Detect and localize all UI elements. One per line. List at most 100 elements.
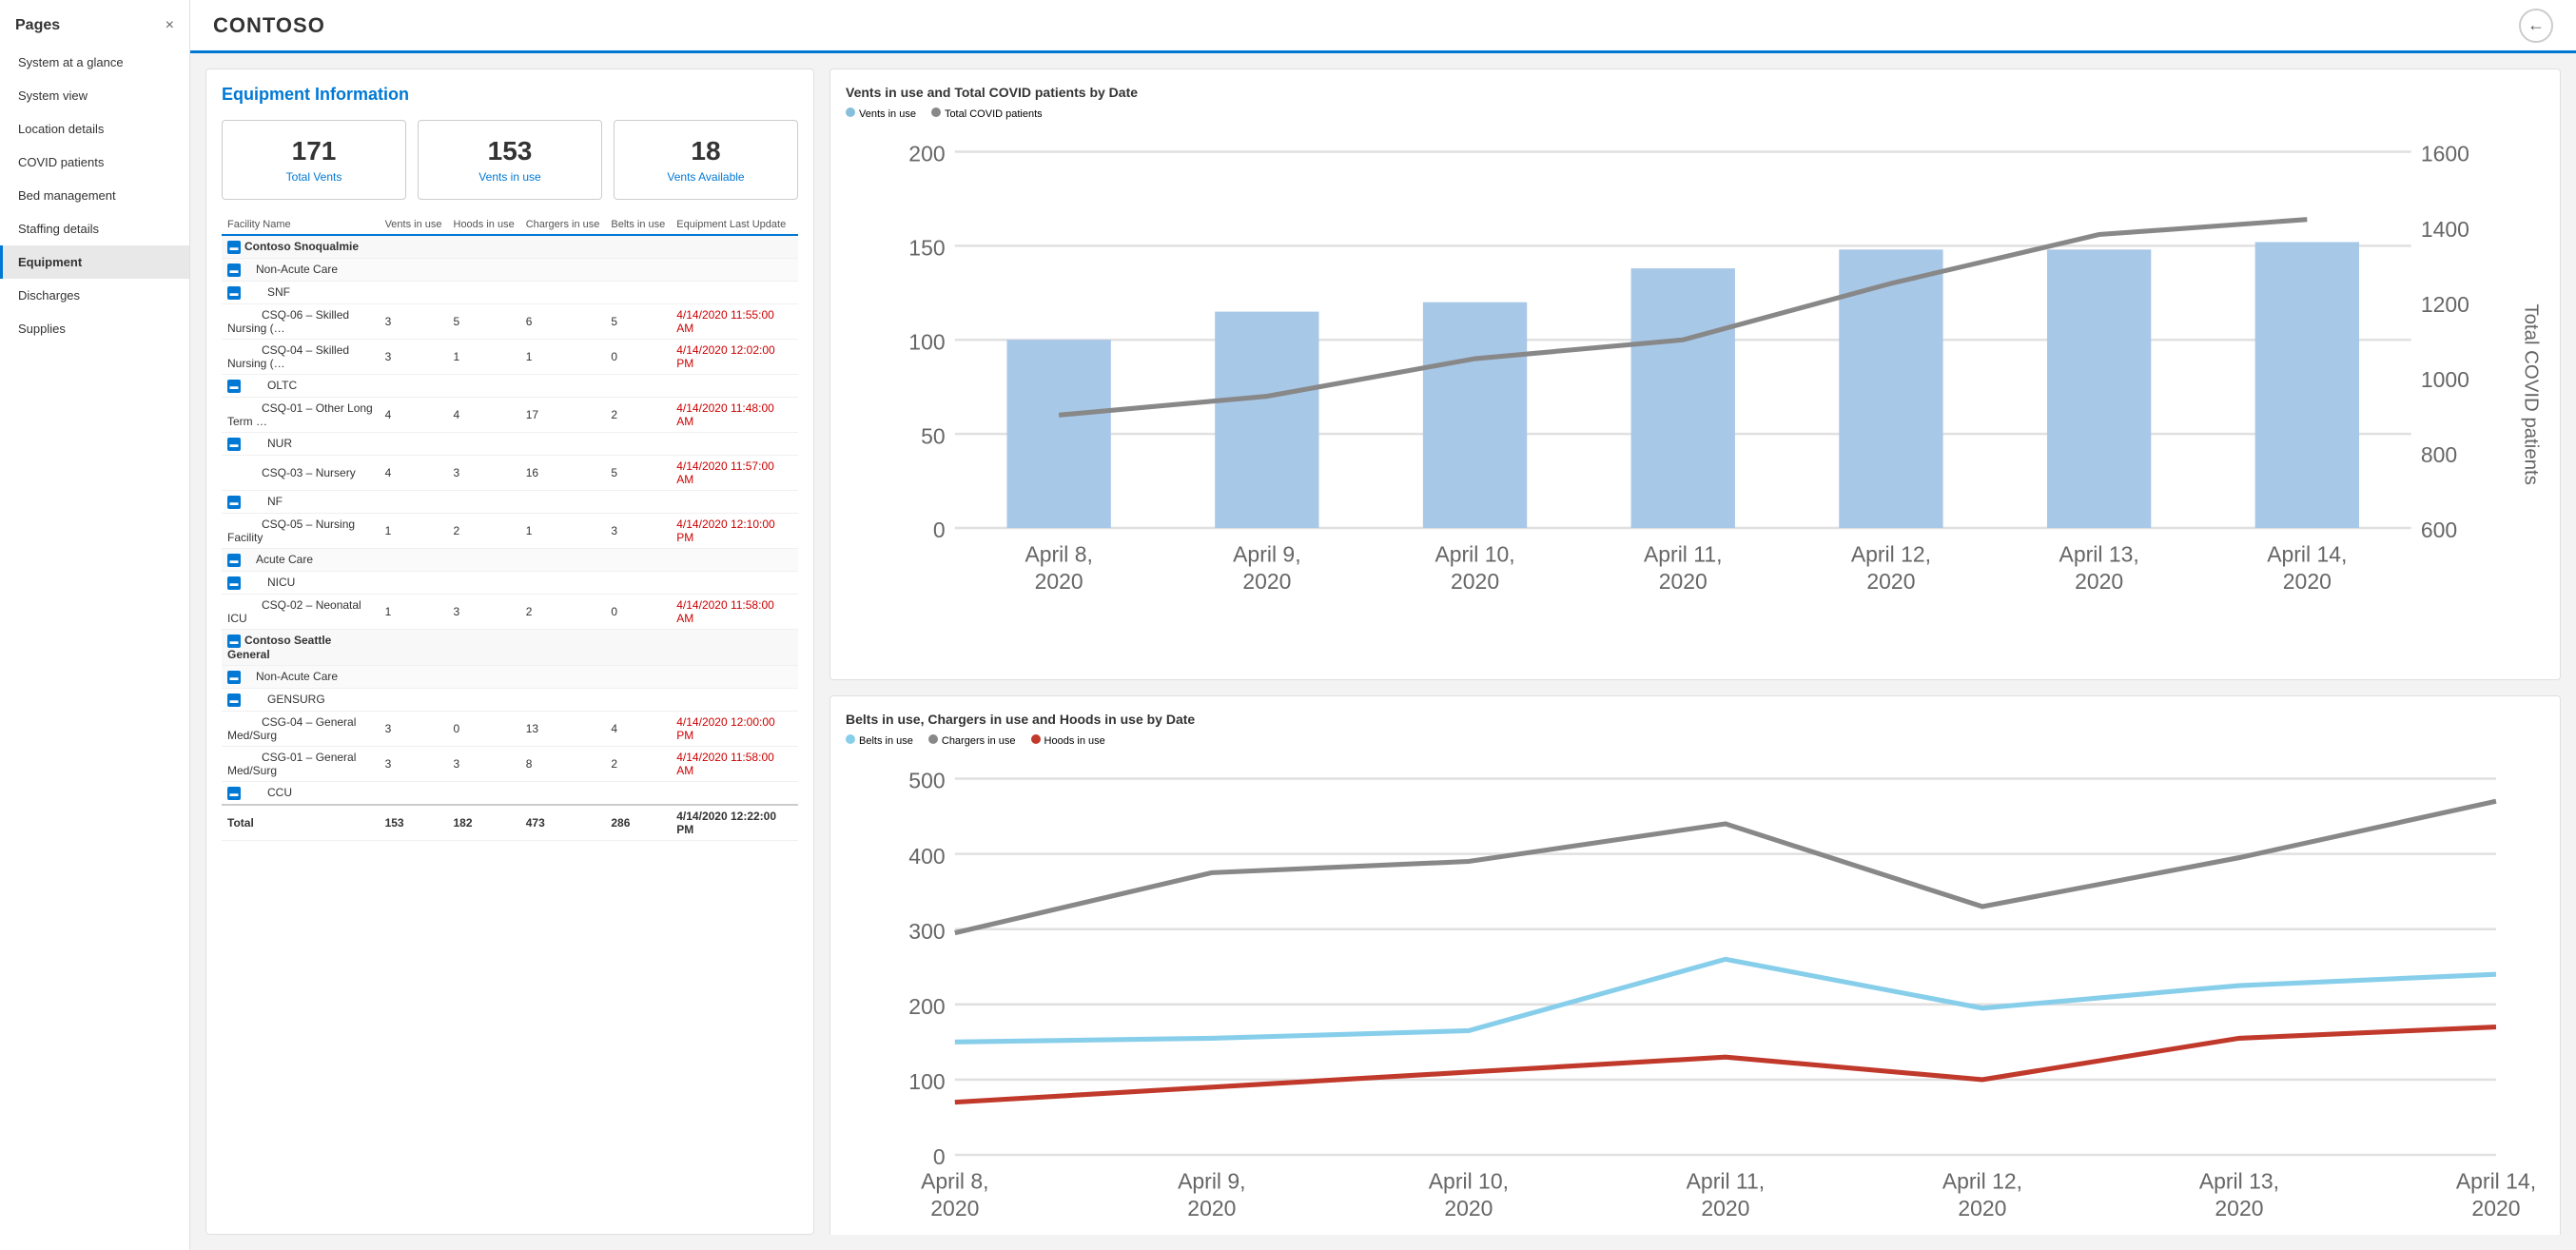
cell-hoods: 3	[448, 456, 520, 491]
cell-chargers: 6	[520, 304, 606, 340]
sidebar-title: Pages	[15, 17, 60, 34]
cell-belts: 4	[605, 712, 671, 747]
main-panel: CONTOSO ← Equipment Information 171 Tota…	[190, 0, 2576, 1250]
footer-date: 4/14/2020 12:22:00 PM	[671, 805, 798, 841]
expand-icon[interactable]: ▬	[227, 286, 241, 300]
equipment-table: Facility Name Vents in use Hoods in use …	[222, 215, 798, 841]
expand-icon[interactable]: ▬	[227, 554, 241, 567]
expand-icon[interactable]: ▬	[227, 576, 241, 590]
back-button[interactable]: ←	[2519, 9, 2553, 43]
cell-date	[671, 572, 798, 595]
cell-belts	[605, 689, 671, 712]
cell-hoods	[448, 259, 520, 282]
sidebar-close-button[interactable]: ×	[166, 17, 174, 34]
cell-date	[671, 491, 798, 514]
app-title: CONTOSO	[213, 13, 325, 38]
sidebar-item-discharges[interactable]: Discharges	[0, 279, 189, 312]
cell-belts	[605, 433, 671, 456]
table-row: ▬SNF	[222, 282, 798, 304]
cell-date	[671, 235, 798, 259]
cell-date: 4/14/2020 12:00:00 PM	[671, 712, 798, 747]
sidebar-item-staffing-details[interactable]: Staffing details	[0, 212, 189, 245]
footer-vents: 153	[380, 805, 448, 841]
cell-hoods	[448, 235, 520, 259]
cell-hoods	[448, 282, 520, 304]
sidebar-item-system-view[interactable]: System view	[0, 79, 189, 112]
cell-chargers: 8	[520, 747, 606, 782]
svg-text:April 11,: April 11,	[1644, 542, 1723, 567]
cell-name: ▬CCU	[222, 782, 380, 806]
svg-text:2020: 2020	[1958, 1196, 2006, 1221]
cell-vents: 4	[380, 398, 448, 433]
expand-icon[interactable]: ▬	[227, 671, 241, 684]
svg-text:2020: 2020	[1444, 1196, 1493, 1221]
cell-hoods: 1	[448, 340, 520, 375]
cell-hoods	[448, 689, 520, 712]
chart2-area: 0100200300400500April 8,2020April 9,2020…	[846, 754, 2545, 1235]
cell-chargers	[520, 782, 606, 806]
bar-vents	[1423, 303, 1527, 528]
cell-date: 4/14/2020 11:55:00 AM	[671, 304, 798, 340]
cell-vents	[380, 491, 448, 514]
row-name: Contoso Snoqualmie	[244, 240, 359, 253]
bar-vents	[2255, 242, 2359, 528]
svg-text:1000: 1000	[2421, 367, 2469, 392]
cell-name: ▬GENSURG	[222, 689, 380, 712]
sidebar-item-system-at-a-glance[interactable]: System at a glance	[0, 46, 189, 79]
expand-icon[interactable]: ▬	[227, 438, 241, 451]
cell-hoods: 0	[448, 712, 520, 747]
expand-icon[interactable]: ▬	[227, 380, 241, 393]
kpi-card-2: 18 Vents Available	[614, 120, 798, 200]
sidebar-item-covid-patients[interactable]: COVID patients	[0, 146, 189, 179]
svg-text:2020: 2020	[2283, 569, 2332, 594]
table-container[interactable]: Facility Name Vents in use Hoods in use …	[222, 215, 798, 1219]
cell-vents: 4	[380, 456, 448, 491]
expand-icon[interactable]: ▬	[227, 496, 241, 509]
row-name: OLTC	[244, 379, 297, 392]
sidebar-item-supplies[interactable]: Supplies	[0, 312, 189, 345]
kpi-label-0: Total Vents	[238, 170, 390, 184]
expand-icon[interactable]: ▬	[227, 264, 241, 277]
sidebar-item-equipment[interactable]: Equipment	[0, 245, 189, 279]
svg-text:100: 100	[908, 329, 945, 354]
cell-hoods	[448, 433, 520, 456]
chart1-svg: 0501001502006008001000120014001600Total …	[846, 127, 2545, 661]
cell-chargers	[520, 282, 606, 304]
kpi-number-2: 18	[630, 136, 782, 166]
footer-name: Total	[222, 805, 380, 841]
cell-hoods: 5	[448, 304, 520, 340]
svg-text:April 12,: April 12,	[1851, 542, 1931, 567]
row-name: CSQ-01 – Other Long Term …	[227, 401, 373, 428]
cell-hoods: 4	[448, 398, 520, 433]
cell-date	[671, 433, 798, 456]
table-row: ▬NF	[222, 491, 798, 514]
col-date: Equipment Last Update	[671, 215, 798, 235]
svg-text:April 12,: April 12,	[1942, 1169, 2022, 1194]
row-name: Contoso Seattle General	[227, 634, 331, 661]
svg-text:April 13,: April 13,	[2199, 1169, 2279, 1194]
svg-text:April 9,: April 9,	[1178, 1169, 1245, 1194]
cell-chargers	[520, 630, 606, 666]
cell-name: ▬NICU	[222, 572, 380, 595]
row-name: CSQ-06 – Skilled Nursing (…	[227, 308, 349, 335]
expand-icon[interactable]: ▬	[227, 635, 241, 648]
expand-icon[interactable]: ▬	[227, 693, 241, 707]
footer-hoods: 182	[448, 805, 520, 841]
cell-date	[671, 689, 798, 712]
cell-date	[671, 782, 798, 806]
sidebar-item-bed-management[interactable]: Bed management	[0, 179, 189, 212]
cell-date	[671, 375, 798, 398]
svg-text:2020: 2020	[1451, 569, 1499, 594]
expand-icon[interactable]: ▬	[227, 787, 241, 800]
cell-belts	[605, 572, 671, 595]
sidebar-item-location-details[interactable]: Location details	[0, 112, 189, 146]
expand-icon[interactable]: ▬	[227, 241, 241, 254]
row-name: CSQ-02 – Neonatal ICU	[227, 598, 361, 625]
svg-text:300: 300	[908, 919, 945, 944]
cell-belts	[605, 235, 671, 259]
cell-name: CSQ-06 – Skilled Nursing (…	[222, 304, 380, 340]
cell-belts: 0	[605, 340, 671, 375]
cell-date: 4/14/2020 11:58:00 AM	[671, 747, 798, 782]
cell-name: ▬Contoso Seattle General	[222, 630, 380, 666]
cell-vents	[380, 375, 448, 398]
